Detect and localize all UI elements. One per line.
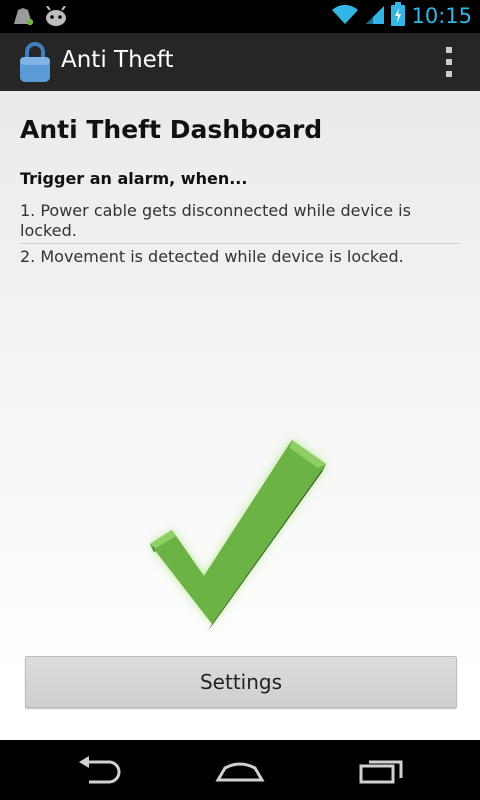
usb-debugging-icon	[12, 6, 34, 30]
navigation-bar	[0, 740, 480, 800]
overflow-menu-icon[interactable]	[444, 47, 454, 77]
recent-apps-icon[interactable]	[355, 754, 405, 786]
list-item: 2. Movement is detected while device is …	[20, 243, 460, 269]
home-icon[interactable]	[215, 754, 265, 786]
list-item: 1. Power cable gets disconnected while d…	[20, 201, 411, 240]
android-notification-icon	[44, 5, 68, 30]
page-title: Anti Theft Dashboard	[20, 115, 323, 144]
status-bar: 10:15	[0, 0, 480, 33]
wifi-icon	[331, 3, 359, 29]
trigger-label: Trigger an alarm, when...	[20, 169, 248, 188]
back-icon[interactable]	[75, 754, 125, 786]
status-time: 10:15	[411, 4, 472, 28]
signal-icon	[365, 3, 385, 29]
action-bar: Anti Theft	[0, 33, 480, 91]
padlock-icon[interactable]	[18, 41, 52, 83]
settings-button[interactable]: Settings	[25, 656, 457, 708]
battery-charging-icon	[391, 2, 406, 30]
app-title: Anti Theft	[61, 47, 174, 73]
green-checkmark-icon	[140, 426, 340, 641]
dashboard-content: Anti Theft Dashboard Trigger an alarm, w…	[0, 91, 480, 740]
rule-list: 1. Power cable gets disconnected while d…	[20, 201, 460, 269]
